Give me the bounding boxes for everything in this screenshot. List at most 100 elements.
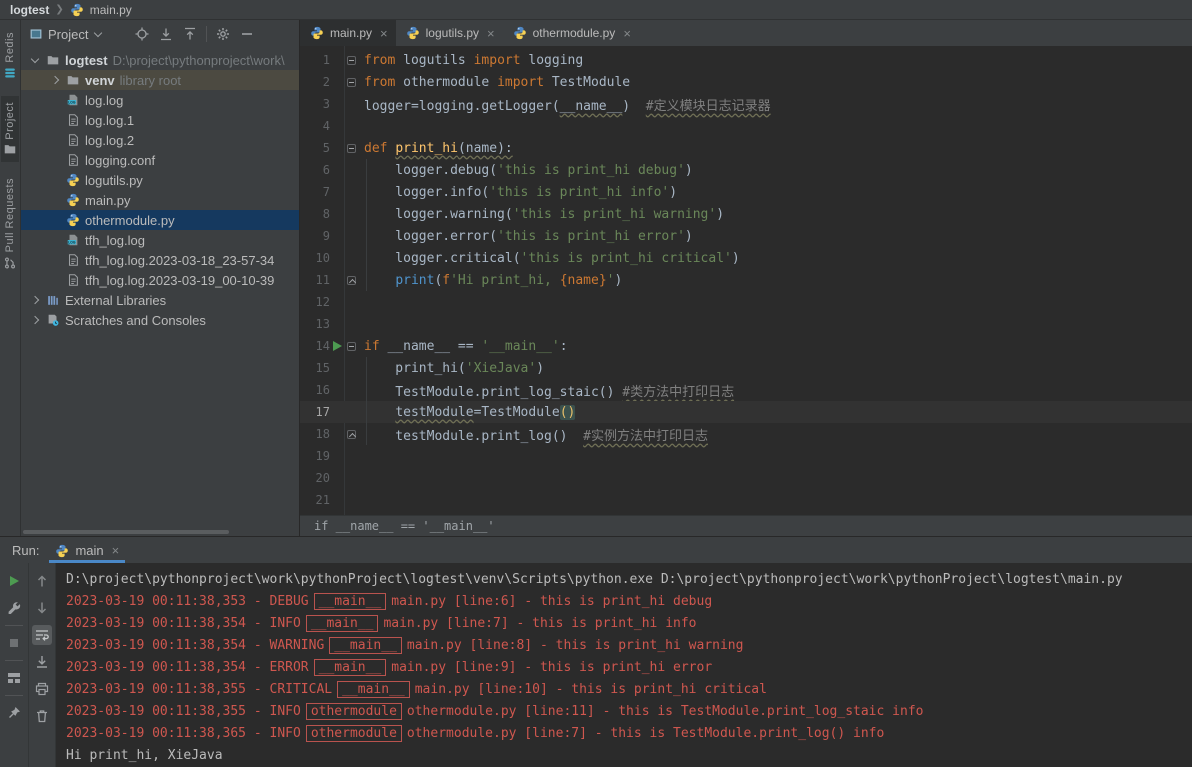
stripe-item-project[interactable]: Project xyxy=(1,96,19,163)
locate-icon[interactable] xyxy=(134,26,150,42)
pin-button[interactable] xyxy=(4,703,24,723)
line-number: 2 xyxy=(300,75,330,89)
fold-open-icon[interactable] xyxy=(347,56,356,65)
log-prefix: 2023-03-19 00:11:38,365 - INFO xyxy=(66,726,301,741)
code-editor[interactable]: 1from logutils import logging2from other… xyxy=(300,46,1192,515)
gutter: 7 xyxy=(300,181,358,203)
tree-item-external-libraries[interactable]: External Libraries xyxy=(21,290,299,310)
tree-item-tfh-log.log.2023-03-18-23-57-34[interactable]: tfh_log.log.2023-03-18_23-57-34 xyxy=(21,250,299,270)
settings-icon[interactable] xyxy=(215,26,231,42)
down-button[interactable] xyxy=(32,598,52,618)
editor-tab-main-py[interactable]: main.py× xyxy=(300,20,396,46)
tree-item-tfh-log.log[interactable]: LOGtfh_log.log xyxy=(21,230,299,250)
softwrap-button[interactable] xyxy=(32,625,52,645)
close-icon[interactable]: × xyxy=(112,543,120,558)
code-token: __name__ == xyxy=(380,339,482,354)
gutter: 17 xyxy=(300,401,358,423)
tree-item-main.py[interactable]: main.py xyxy=(21,190,299,210)
wrench-button[interactable] xyxy=(4,598,24,618)
gutter-slot xyxy=(330,341,344,351)
redis-database-icon xyxy=(3,66,17,80)
stripe-item-redis[interactable]: Redis xyxy=(1,26,19,86)
tree-item-label: logutils.py xyxy=(85,173,143,188)
tree-item-label: othermodule.py xyxy=(85,213,175,228)
code-text: logger.warning('this is print_hi warning… xyxy=(358,207,724,222)
chevron-right-icon[interactable] xyxy=(31,316,39,324)
console-line: 2023-03-19 00:11:38,355 - CRITICAL__main… xyxy=(66,678,1192,700)
log-message: main.py [line:8] - this is print_hi warn… xyxy=(407,638,744,653)
wrench-icon xyxy=(6,600,22,616)
close-icon[interactable]: × xyxy=(623,26,631,41)
hide-icon[interactable] xyxy=(239,26,255,42)
code-text: def print_hi(name): xyxy=(358,141,513,156)
tree-item-log.log.2[interactable]: log.log.2 xyxy=(21,130,299,150)
tree-item-scratches-and-consoles[interactable]: Scratches and Consoles xyxy=(21,310,299,330)
fold-end-icon[interactable] xyxy=(347,430,356,439)
code-token: 'Hi print_hi, xyxy=(450,273,560,288)
tree-item-log.log.1[interactable]: log.log.1 xyxy=(21,110,299,130)
editor-tab-othermodule-py[interactable]: othermodule.py× xyxy=(503,20,639,46)
gutter: 2 xyxy=(300,71,358,93)
python-icon xyxy=(310,26,324,40)
code-token: 'this is print_hi info' xyxy=(489,185,669,200)
breadcrumb-file[interactable]: main.py xyxy=(90,3,132,17)
code-token: import xyxy=(474,53,521,68)
line-number: 18 xyxy=(300,427,330,441)
stop-button[interactable] xyxy=(4,633,24,653)
gutter: 1 xyxy=(300,49,358,71)
console-line: 2023-03-19 00:11:38,354 - ERROR__main__m… xyxy=(66,656,1192,678)
chevron-right-icon[interactable] xyxy=(51,76,59,84)
rerun-button[interactable] xyxy=(4,571,24,591)
fold-slot xyxy=(344,144,358,153)
console-line: D:\project\pythonproject\work\pythonProj… xyxy=(66,568,1192,590)
logger-name-highlight: __main__ xyxy=(314,593,387,610)
breadcrumb-project[interactable]: logtest xyxy=(10,3,49,17)
tree-item-log.log[interactable]: LOGlog.log xyxy=(21,90,299,110)
tree-item-logging.conf[interactable]: logging.conf xyxy=(21,150,299,170)
code-token: testModule.print_log() xyxy=(364,429,583,444)
tree-item-venv[interactable]: venvlibrary root xyxy=(21,70,299,90)
fold-open-icon[interactable] xyxy=(347,78,356,87)
gutter: 16 xyxy=(300,379,358,401)
close-icon[interactable]: × xyxy=(380,26,388,41)
scroll-end-button[interactable] xyxy=(32,652,52,672)
collapse-all-icon[interactable] xyxy=(182,26,198,42)
python-icon xyxy=(66,193,80,207)
layout-button[interactable] xyxy=(4,668,24,688)
up-button[interactable] xyxy=(32,571,52,591)
line-number: 13 xyxy=(300,317,330,331)
python-file-icon xyxy=(55,544,69,558)
stripe-item-pull-requests[interactable]: Pull Requests xyxy=(1,172,19,275)
code-text: from logutils import logging xyxy=(358,53,583,68)
printer-button[interactable] xyxy=(32,679,52,699)
log-prefix: 2023-03-19 00:11:38,355 - CRITICAL xyxy=(66,682,332,697)
trash-button[interactable] xyxy=(32,706,52,726)
tree-item-logutils.py[interactable]: logutils.py xyxy=(21,170,299,190)
tree-item-tfh-log.log.2023-03-19-00-10-39[interactable]: tfh_log.log.2023-03-19_00-10-39 xyxy=(21,270,299,290)
expand-all-icon[interactable] xyxy=(158,26,174,42)
console-output[interactable]: D:\project\pythonproject\work\pythonProj… xyxy=(56,563,1192,767)
fold-open-icon[interactable] xyxy=(347,144,356,153)
tree-item-path: D:\project\pythonproject\work\ xyxy=(113,53,285,68)
code-text: logger.debug('this is print_hi debug') xyxy=(358,163,693,178)
code-line: 19 xyxy=(300,445,1192,467)
run-line-icon[interactable] xyxy=(333,341,342,351)
run-tab-main[interactable]: main × xyxy=(49,543,125,563)
tree-item-logtest[interactable]: logtestD:\project\pythonproject\work\ xyxy=(21,50,299,70)
code-token: logger.warning( xyxy=(364,207,513,222)
fold-open-icon[interactable] xyxy=(347,342,356,351)
close-icon[interactable]: × xyxy=(487,26,495,41)
logger-name-highlight: __main__ xyxy=(306,615,379,632)
code-token: f xyxy=(442,273,450,288)
chevron-down-icon[interactable] xyxy=(31,54,39,62)
chevron-right-icon[interactable] xyxy=(31,296,39,304)
editor-tab-logutils-py[interactable]: logutils.py× xyxy=(396,20,503,46)
trash-icon xyxy=(34,708,50,724)
chevron-down-icon[interactable] xyxy=(94,28,102,36)
project-panel-title[interactable]: Project xyxy=(48,27,88,42)
tree-item-othermodule.py[interactable]: othermodule.py xyxy=(21,210,299,230)
context-line-text: if __name__ == '__main__' xyxy=(314,519,495,533)
python-icon xyxy=(66,173,80,187)
fold-end-icon[interactable] xyxy=(347,276,356,285)
horizontal-scrollbar[interactable] xyxy=(23,530,229,534)
